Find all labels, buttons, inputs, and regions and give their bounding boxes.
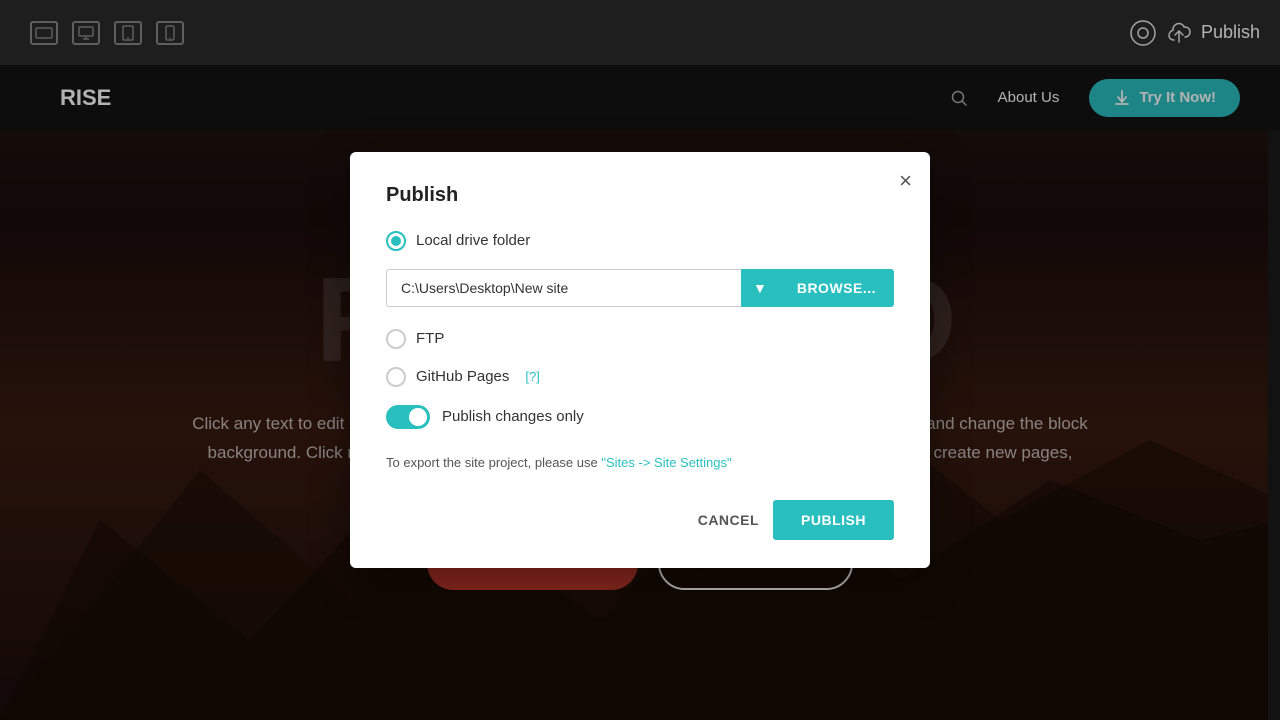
export-note-text: To export the site project, please use	[386, 455, 601, 470]
radio-local-drive[interactable]: Local drive folder	[386, 231, 894, 251]
path-row: ▼ BROWSE...	[386, 269, 894, 307]
browse-button[interactable]: BROWSE...	[779, 269, 894, 307]
cancel-button[interactable]: CANCEL	[698, 512, 759, 528]
github-help-link[interactable]: [?]	[525, 369, 539, 384]
radio-github-label: GitHub Pages	[416, 368, 509, 385]
toggle-thumb	[409, 408, 427, 426]
toggle-label: Publish changes only	[442, 408, 584, 425]
modal-footer: CANCEL PUBLISH	[386, 500, 894, 540]
export-settings-link[interactable]: "Sites -> Site Settings"	[601, 455, 731, 470]
radio-local-drive-label: Local drive folder	[416, 232, 530, 249]
modal-overlay: Publish × Local drive folder ▼ BROWSE...…	[0, 0, 1280, 720]
publish-button[interactable]: PUBLISH	[773, 500, 894, 540]
modal-close-button[interactable]: ×	[899, 170, 912, 192]
radio-ftp[interactable]: FTP	[386, 329, 894, 349]
publish-modal: Publish × Local drive folder ▼ BROWSE...…	[350, 152, 930, 569]
publish-changes-toggle[interactable]	[386, 405, 430, 429]
export-note: To export the site project, please use "…	[386, 453, 894, 473]
dropdown-arrow: ▼	[753, 280, 767, 296]
modal-title: Publish	[386, 184, 894, 207]
path-input[interactable]	[386, 269, 741, 307]
radio-ftp-label: FTP	[416, 330, 444, 347]
toggle-row: Publish changes only	[386, 405, 894, 429]
radio-github[interactable]: GitHub Pages [?]	[386, 367, 894, 387]
radio-local-drive-circle	[386, 231, 406, 251]
radio-ftp-circle	[386, 329, 406, 349]
radio-github-circle	[386, 367, 406, 387]
path-dropdown-button[interactable]: ▼	[741, 269, 779, 307]
